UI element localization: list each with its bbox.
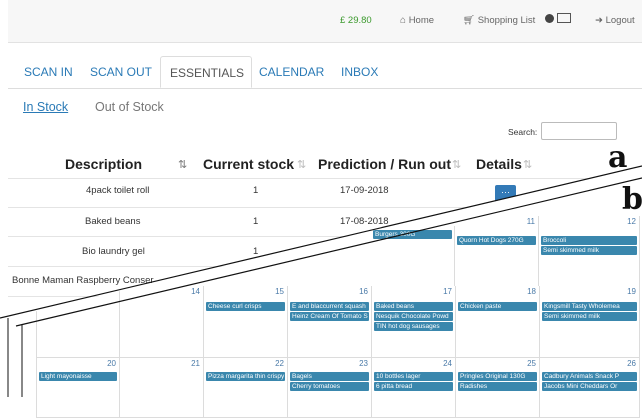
panel-divider [0, 165, 642, 397]
panel-label-b: b [622, 182, 642, 217]
panel-label-a: a [608, 140, 628, 175]
